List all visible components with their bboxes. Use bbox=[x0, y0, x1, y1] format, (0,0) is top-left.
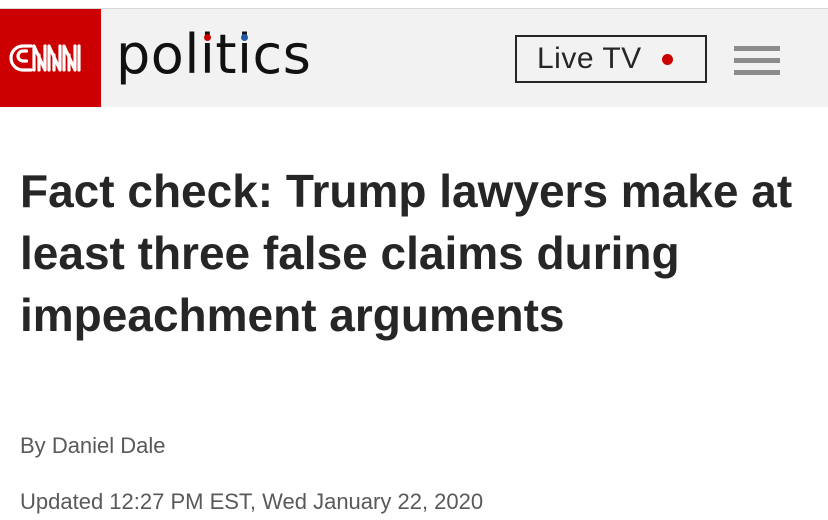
cnn-logo[interactable] bbox=[0, 9, 101, 107]
article-page: politics Live TV Fact check: Trump lawye… bbox=[0, 0, 828, 520]
article-timestamp: Updated 12:27 PM EST, Wed January 22, 20… bbox=[20, 489, 484, 514]
byline-prefix: By bbox=[20, 433, 46, 458]
section-title-part: cs bbox=[252, 23, 312, 86]
top-divider bbox=[0, 0, 828, 9]
site-header: politics Live TV bbox=[0, 9, 828, 107]
live-indicator-dot-icon bbox=[661, 53, 673, 65]
section-title-accent-i: i bbox=[199, 23, 216, 86]
menu-bar bbox=[734, 58, 780, 63]
article-byline: By Daniel Dale bbox=[20, 432, 166, 460]
live-tv-label: Live TV bbox=[537, 42, 642, 75]
article-headline: Fact check: Trump lawyers make at least … bbox=[20, 165, 793, 341]
hamburger-menu-icon[interactable] bbox=[734, 46, 780, 76]
author-link[interactable]: Daniel Dale bbox=[52, 433, 166, 458]
menu-bar bbox=[734, 46, 780, 51]
live-tv-button[interactable]: Live TV bbox=[515, 35, 707, 83]
section-title[interactable]: politics bbox=[116, 23, 311, 87]
section-title-part: t bbox=[215, 23, 238, 86]
menu-bar bbox=[734, 70, 780, 75]
cnn-logo-icon bbox=[8, 44, 81, 72]
section-title-accent-i: i bbox=[237, 23, 253, 86]
section-title-part: pol bbox=[116, 23, 200, 86]
